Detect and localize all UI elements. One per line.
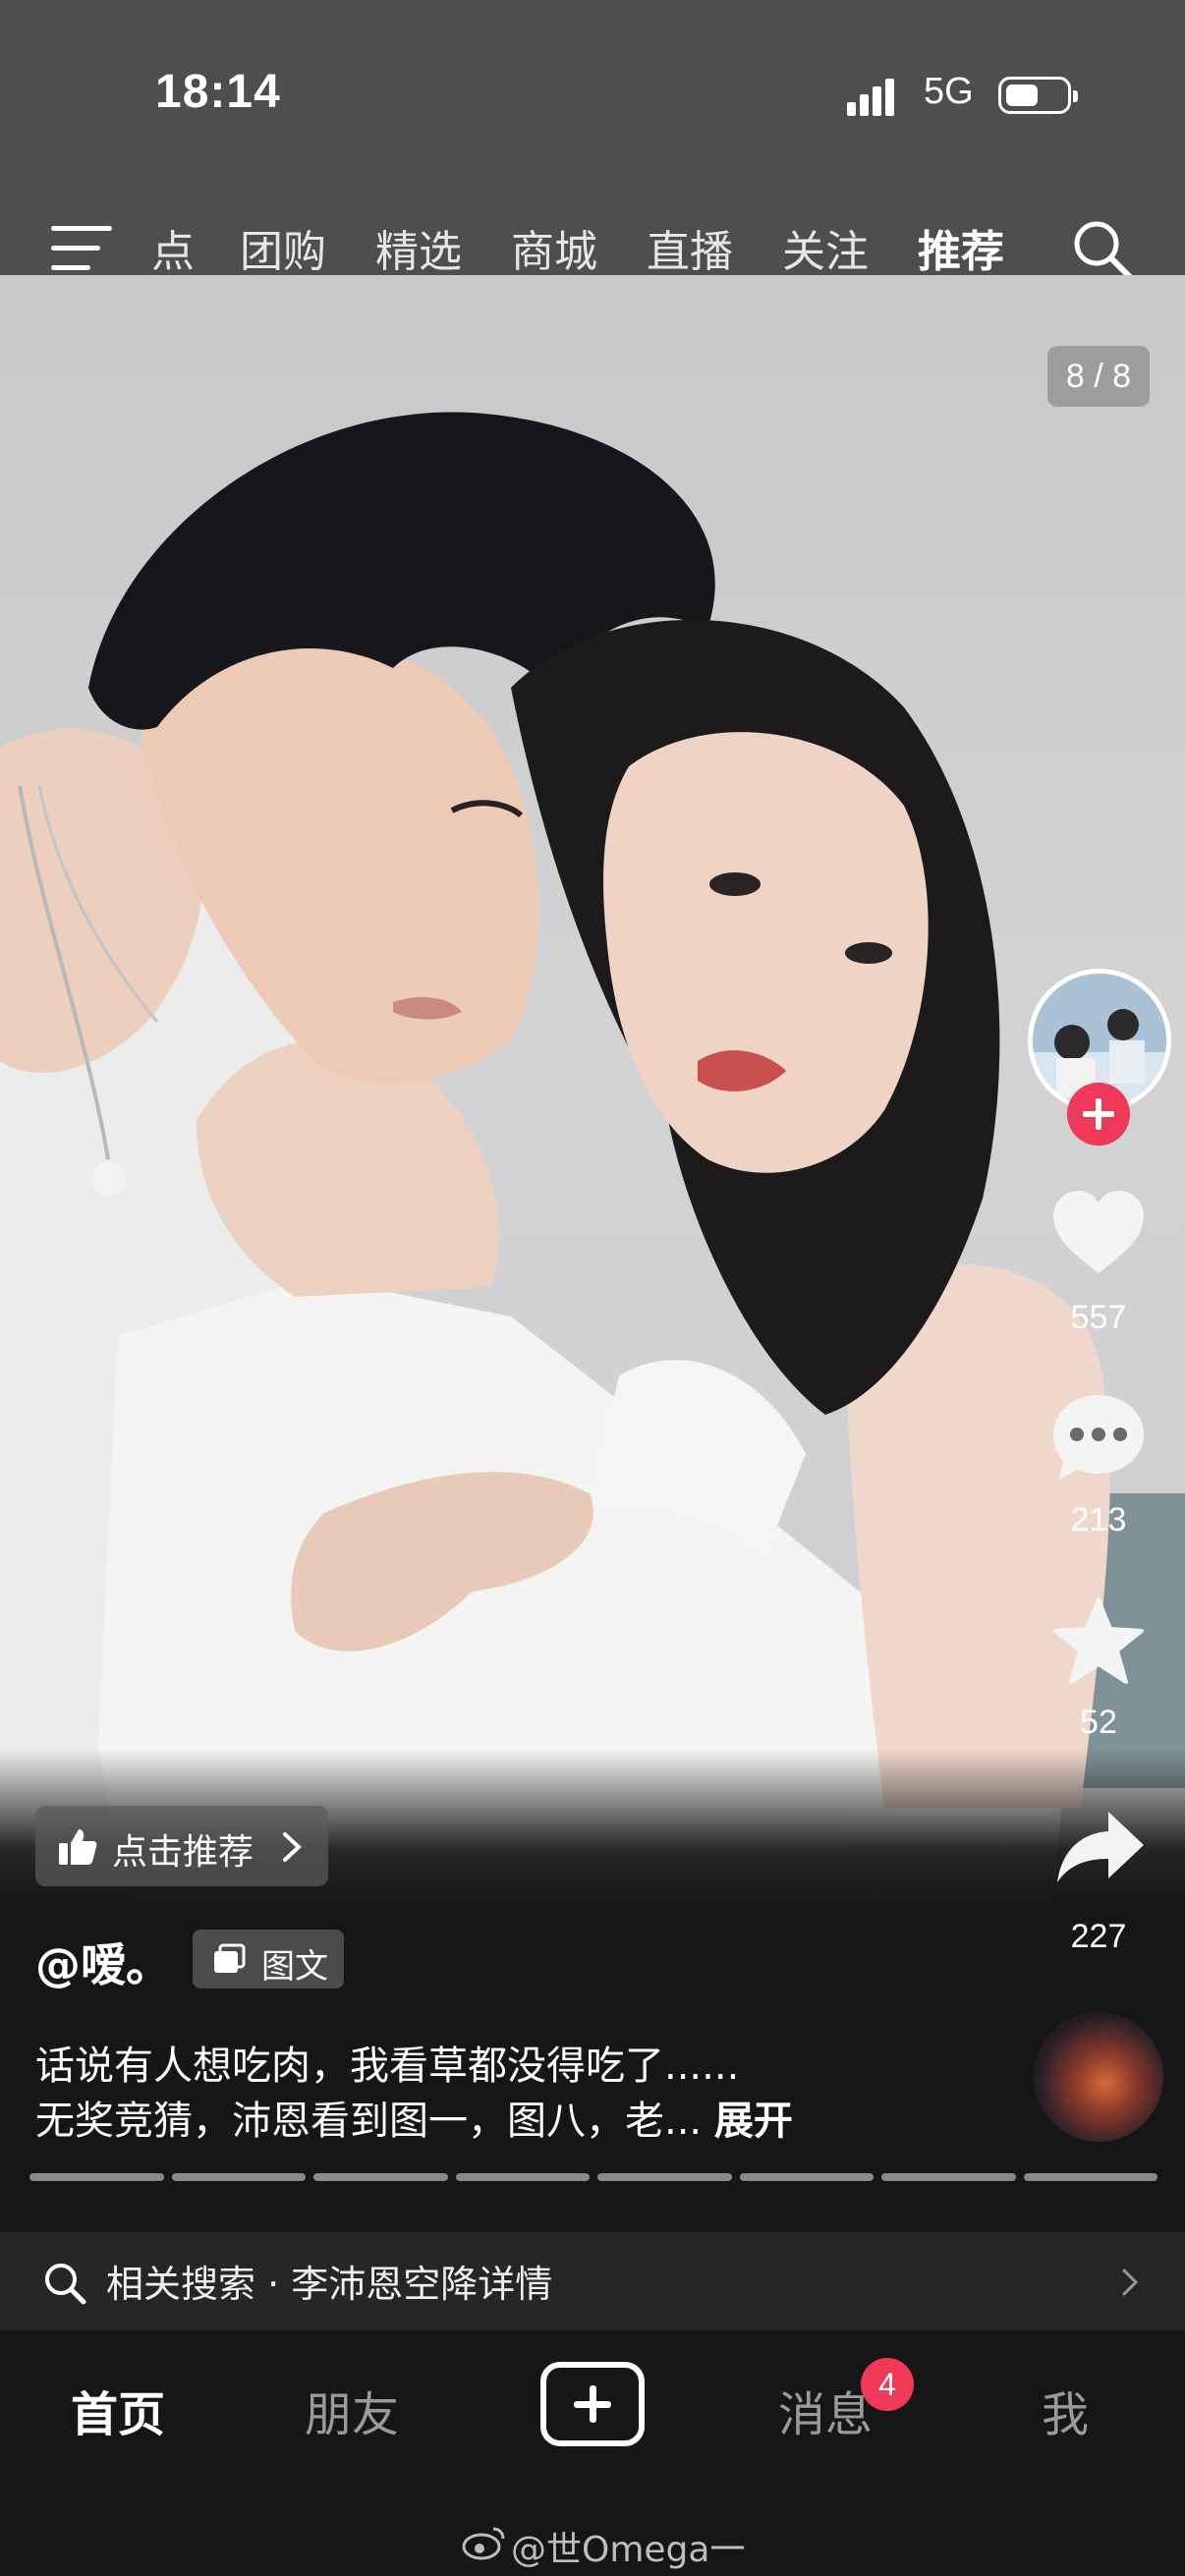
favorite-star-icon[interactable] [1051,1596,1146,1686]
caption-line-2: 无奖竞猜，沛恩看到图一，图八，老... 展开 [35,2089,793,2146]
search-icon [45,2264,86,2305]
image-text-label: 图文 [261,1947,328,1987]
tab-live[interactable]: 直播 [647,216,733,279]
comment-count: 213 [1070,1501,1127,1539]
image-progress-bar [29,2173,1157,2181]
progress-segment [455,2173,590,2181]
menu-icon[interactable] [51,226,112,273]
expand-caption-button[interactable]: 展开 [714,2099,793,2144]
progress-segment [171,2173,306,2181]
related-search-text: 相关搜索 · 李沛恩空降详情 [106,2263,553,2306]
messages-badge: 4 [861,2358,914,2411]
tab-mall[interactable]: 商城 [511,216,597,279]
like-count: 557 [1070,1299,1127,1336]
favorite-count: 52 [1080,1704,1117,1741]
page-indicator: 8 / 8 [1047,346,1150,407]
nav-friends[interactable]: 朋友 [305,2376,399,2444]
progress-segment [1023,2173,1157,2181]
image-text-tag: 图文 [193,1930,344,1988]
tab-dian[interactable]: 点 [151,216,195,279]
network-type: 5G [924,71,974,112]
caption-gradient [0,1749,1185,2063]
app-screen: 18:14 5G 点 团购 精选 商城 直播 关注 推荐 8 / 8 557 2… [0,0,1185,2576]
share-count: 227 [1070,1918,1127,1955]
image-text-icon [214,1943,246,1973]
chevron-right-icon [283,1832,302,1862]
like-icon[interactable] [1049,1189,1148,1277]
music-disc[interactable] [1034,2012,1163,2142]
tab-recommended[interactable]: 推荐 [918,216,1004,279]
status-time: 18:14 [155,66,281,118]
battery-icon [998,77,1078,114]
recommend-button[interactable]: 点击推荐 [35,1806,328,1886]
progress-segment [597,2173,732,2181]
chevron-right-icon [1122,2268,1139,2296]
thumbs-up-icon [59,1829,97,1865]
signal-icon [847,77,906,116]
nav-home[interactable]: 首页 [71,2376,165,2444]
author-username[interactable]: @嗳。 [35,1930,171,1994]
weibo-logo-icon [462,2527,505,2560]
plus-icon [574,2385,611,2423]
related-search-bar[interactable]: 相关搜索 · 李沛恩空降详情 [0,2232,1185,2330]
caption-line-1: 话说有人想吃肉，我看草都没得吃了...... [35,2044,740,2089]
tab-featured[interactable]: 精选 [375,216,462,279]
follow-plus-icon[interactable] [1067,1083,1130,1146]
recommend-label: 点击推荐 [112,1832,254,1873]
progress-segment [29,2173,164,2181]
nav-messages[interactable]: 消息 [778,2376,873,2444]
share-icon[interactable] [1053,1808,1146,1886]
watermark-text: @世Omega一 [511,2530,746,2570]
tab-group-buy[interactable]: 团购 [240,216,326,279]
search-icon[interactable] [1071,218,1134,281]
progress-segment [313,2173,448,2181]
caption-line-2-text: 无奖竞猜，沛恩看到图一，图八，老... [35,2099,703,2144]
tab-following[interactable]: 关注 [782,216,869,279]
comment-icon[interactable] [1049,1391,1148,1484]
progress-segment [739,2173,874,2181]
create-button[interactable] [540,2362,645,2446]
progress-segment [881,2173,1016,2181]
nav-me[interactable]: 我 [1042,2376,1089,2444]
